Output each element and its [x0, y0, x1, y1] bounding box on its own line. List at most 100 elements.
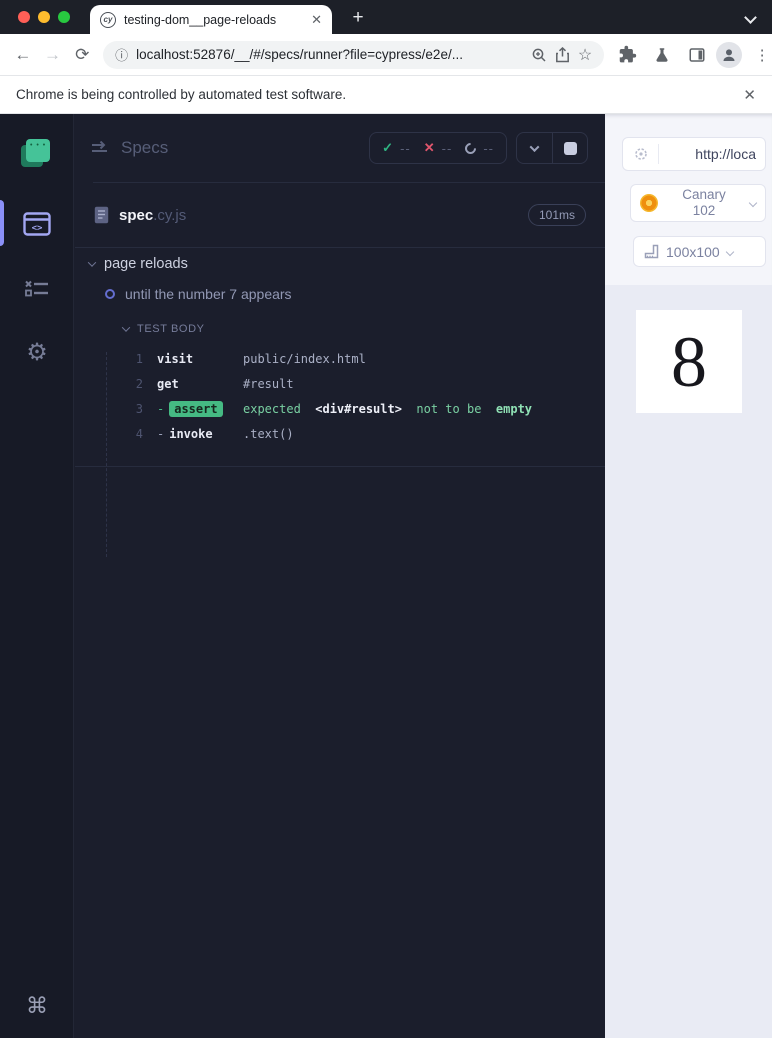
window-close-button[interactable]: [18, 11, 30, 23]
stop-icon: [563, 141, 577, 155]
command-row-assert[interactable]: 3 - assert expected <div#result> not to b…: [75, 396, 605, 421]
specs-title-label: Specs: [121, 138, 169, 157]
command-row-invoke[interactable]: 4 - invoke .text(): [75, 421, 605, 446]
svg-text:<>: <>: [32, 224, 43, 234]
command-row-visit[interactable]: 1 visit public/index.html: [75, 346, 605, 371]
browser-tab[interactable]: cy testing-dom__page-reloads ✕: [90, 5, 332, 34]
flask-extension-icon[interactable]: [650, 43, 674, 67]
test-row[interactable]: until the number 7 appears: [105, 286, 292, 302]
spec-duration-badge: 101ms: [527, 204, 586, 226]
chevron-down-icon: [748, 198, 758, 208]
test-body-label: TEST BODY: [137, 323, 205, 335]
suite-name: page reloads: [104, 256, 188, 272]
assert-badge: assert: [169, 400, 223, 417]
command-number: 4: [135, 426, 143, 441]
sidebar-item-specs[interactable]: <>: [0, 204, 74, 244]
extensions-puzzle-icon[interactable]: [615, 43, 639, 67]
command-key-icon: ⌘: [26, 993, 48, 1018]
aut-header: http://loca Canary 102 100x100: [605, 114, 772, 285]
chevron-down-icon: [529, 141, 540, 152]
site-info-icon[interactable]: ⓘ: [115, 45, 128, 64]
spec-file-row[interactable]: spec.cy.js 101ms: [75, 191, 605, 239]
cypress-runner: • • • <> ⚙ ⌘ Specs ✓ -- ✕ -- -- spec.cy.…: [0, 114, 772, 1038]
aut-stage: 8: [605, 285, 772, 1038]
tab-search-icon[interactable]: [744, 9, 762, 25]
run-controls: [516, 132, 588, 164]
specs-list-icon: [92, 141, 107, 152]
command-name: visit: [157, 351, 194, 366]
aut-iframe[interactable]: 8: [636, 310, 742, 413]
divider: [75, 466, 605, 467]
tab-title: testing-dom__page-reloads: [124, 12, 277, 27]
infobar-close-icon[interactable]: ✕: [743, 86, 756, 104]
forward-icon[interactable]: →: [38, 45, 68, 65]
command-message: public/index.html: [243, 351, 366, 366]
new-tab-button[interactable]: +: [345, 5, 371, 31]
share-icon[interactable]: [555, 46, 570, 63]
aut-url-bar[interactable]: http://loca: [622, 137, 766, 171]
screen: cy testing-dom__page-reloads ✕ + ← → ⟳ ⓘ…: [0, 0, 772, 1038]
test-running-icon: [105, 289, 115, 299]
sidebar-item-shortcuts[interactable]: ⌘: [0, 986, 74, 1026]
browser-toolbar: ← → ⟳ ⓘ localhost:52876/__/#/specs/runne…: [0, 34, 772, 76]
browser-select-label: Canary 102: [682, 187, 726, 218]
run-stats: ✓ -- ✕ -- --: [369, 132, 507, 164]
selector-playground-icon[interactable]: [623, 144, 659, 164]
cypress-logo-icon[interactable]: • • •: [21, 139, 51, 167]
aut-url-text[interactable]: http://loca: [659, 146, 765, 162]
command-name: - invoke: [157, 426, 213, 441]
pending-icon: [463, 140, 479, 156]
reporter-header: Specs ✓ -- ✕ -- --: [75, 114, 605, 182]
window-zoom-button[interactable]: [58, 11, 70, 23]
back-icon[interactable]: ←: [8, 45, 38, 65]
command-number: 3: [135, 401, 143, 416]
suite-row[interactable]: page reloads: [87, 256, 188, 272]
browser-menu-icon[interactable]: ⋮: [752, 46, 772, 64]
sidebar-item-settings[interactable]: ⚙: [0, 332, 74, 372]
command-number: 2: [135, 376, 143, 391]
viewport-select[interactable]: 100x100: [633, 236, 766, 267]
sidebar-item-runs[interactable]: [0, 269, 74, 309]
profile-avatar[interactable]: [716, 41, 743, 68]
suite-collapse-icon: [87, 258, 97, 267]
zoom-icon[interactable]: [531, 47, 547, 63]
test-name: until the number 7 appears: [125, 286, 292, 302]
spec-name: spec.cy.js: [119, 206, 187, 224]
collapse-all-button[interactable]: [517, 133, 552, 163]
browser-select[interactable]: Canary 102: [630, 184, 766, 222]
stop-run-button[interactable]: [552, 133, 587, 163]
side-panel-icon[interactable]: [685, 43, 709, 67]
chevron-down-icon: [725, 247, 734, 256]
bookmark-star-icon[interactable]: ☆: [578, 45, 592, 65]
specs-title[interactable]: Specs: [91, 138, 168, 158]
command-name: - assert: [157, 400, 243, 417]
divider: [93, 182, 605, 183]
cypress-sidebar: • • • <> ⚙ ⌘: [0, 114, 117, 1038]
gear-icon: ⚙: [26, 338, 48, 366]
window-minimize-button[interactable]: [38, 11, 50, 23]
command-message: .text(): [243, 426, 294, 441]
passed-icon: ✓: [382, 140, 394, 155]
reporter-panel: Specs ✓ -- ✕ -- -- spec.cy.js 101ms page…: [75, 114, 605, 1038]
command-message: #result: [243, 376, 294, 391]
reload-icon[interactable]: ⟳: [67, 45, 97, 65]
divider: [75, 247, 605, 248]
cypress-favicon-icon: cy: [100, 11, 116, 28]
address-bar[interactable]: ⓘ localhost:52876/__/#/specs/runner?file…: [103, 40, 605, 69]
test-body-collapse-icon: [121, 323, 131, 332]
command-number: 1: [135, 351, 143, 366]
url-text[interactable]: localhost:52876/__/#/specs/runner?file=c…: [136, 47, 523, 62]
aut-panel: http://loca Canary 102 100x100 8: [605, 114, 772, 1038]
failed-count: --: [441, 140, 453, 156]
result-number: 8: [671, 321, 707, 402]
tab-close-icon[interactable]: ✕: [311, 12, 322, 28]
pending-count: --: [483, 140, 494, 156]
ruler-icon: [644, 244, 659, 259]
tab-strip: cy testing-dom__page-reloads ✕ +: [0, 0, 772, 34]
infobar-text: Chrome is being controlled by automated …: [16, 87, 347, 102]
command-row-get[interactable]: 2 get #result: [75, 371, 605, 396]
command-message: expected <div#result> not to be empty: [243, 401, 533, 416]
passed-count: --: [400, 140, 411, 156]
test-body-row[interactable]: TEST BODY: [121, 323, 205, 335]
failed-icon: ✕: [423, 140, 435, 155]
